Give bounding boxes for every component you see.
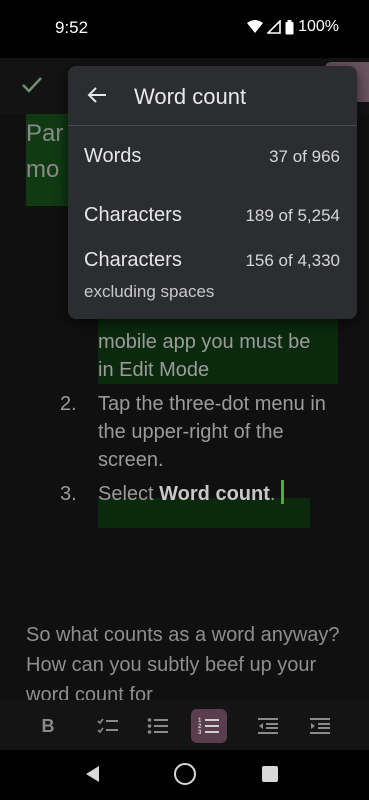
document-paragraph: So what counts as a word anyway? How can… [26, 624, 340, 706]
bold-button[interactable]: B [30, 709, 66, 743]
bulleted-list-icon [147, 718, 168, 734]
numbered-list-button[interactable]: 123 [191, 709, 227, 743]
svg-text:3: 3 [198, 730, 202, 736]
checklist-button[interactable] [90, 709, 126, 743]
text-cursor [281, 480, 285, 504]
list-number: 3. [60, 483, 77, 505]
bulleted-list-button[interactable] [140, 709, 176, 743]
list-item: 3. Select Word count. [60, 480, 350, 508]
characters-no-spaces-value: 156 of 4,330 [245, 251, 340, 270]
characters-label: Characters [84, 204, 182, 226]
increase-indent-button[interactable] [302, 709, 338, 743]
document-heading: Par mo [26, 120, 64, 183]
decrease-indent-button[interactable] [250, 709, 286, 743]
home-icon[interactable] [174, 763, 196, 785]
dialog-title: Word count [134, 84, 247, 109]
status-icons: 100% [247, 18, 339, 36]
excluding-spaces-sublabel: excluding spaces [84, 282, 215, 301]
wifi-icon [247, 20, 264, 33]
check-icon[interactable] [18, 70, 46, 98]
numbered-list[interactable]: mobile app you must be in Edit Mode 2. T… [60, 328, 350, 508]
formatting-toolbar: B 123 [0, 700, 369, 750]
navigation-bar [0, 750, 369, 800]
status-time: 9:52 [55, 18, 89, 37]
list-item: mobile app you must be [98, 331, 311, 353]
back-arrow-icon[interactable] [86, 84, 108, 106]
battery-icon [285, 19, 294, 34]
battery-percent: 100% [298, 18, 339, 35]
characters-no-spaces-label: Characters [84, 249, 182, 271]
signal-icon [267, 20, 281, 34]
numbered-list-icon: 123 [198, 718, 219, 736]
words-value: 37 of 966 [269, 147, 340, 166]
increase-indent-icon [310, 718, 330, 734]
words-label: Words [84, 145, 142, 167]
list-item: 2. Tap the three-dot menu in the upper-r… [60, 390, 350, 474]
word-count-dialog: Word count Words 37 of 966 Characters 18… [68, 66, 357, 319]
back-icon[interactable] [86, 766, 99, 782]
status-bar: 9:52 100% [0, 0, 369, 58]
decrease-indent-icon [258, 718, 278, 734]
recents-icon[interactable] [262, 766, 278, 782]
characters-value: 189 of 5,254 [245, 206, 340, 225]
divider [68, 125, 357, 126]
list-item: in Edit Mode [98, 359, 210, 381]
list-number: 2. [60, 393, 77, 415]
checklist-icon [97, 718, 118, 734]
